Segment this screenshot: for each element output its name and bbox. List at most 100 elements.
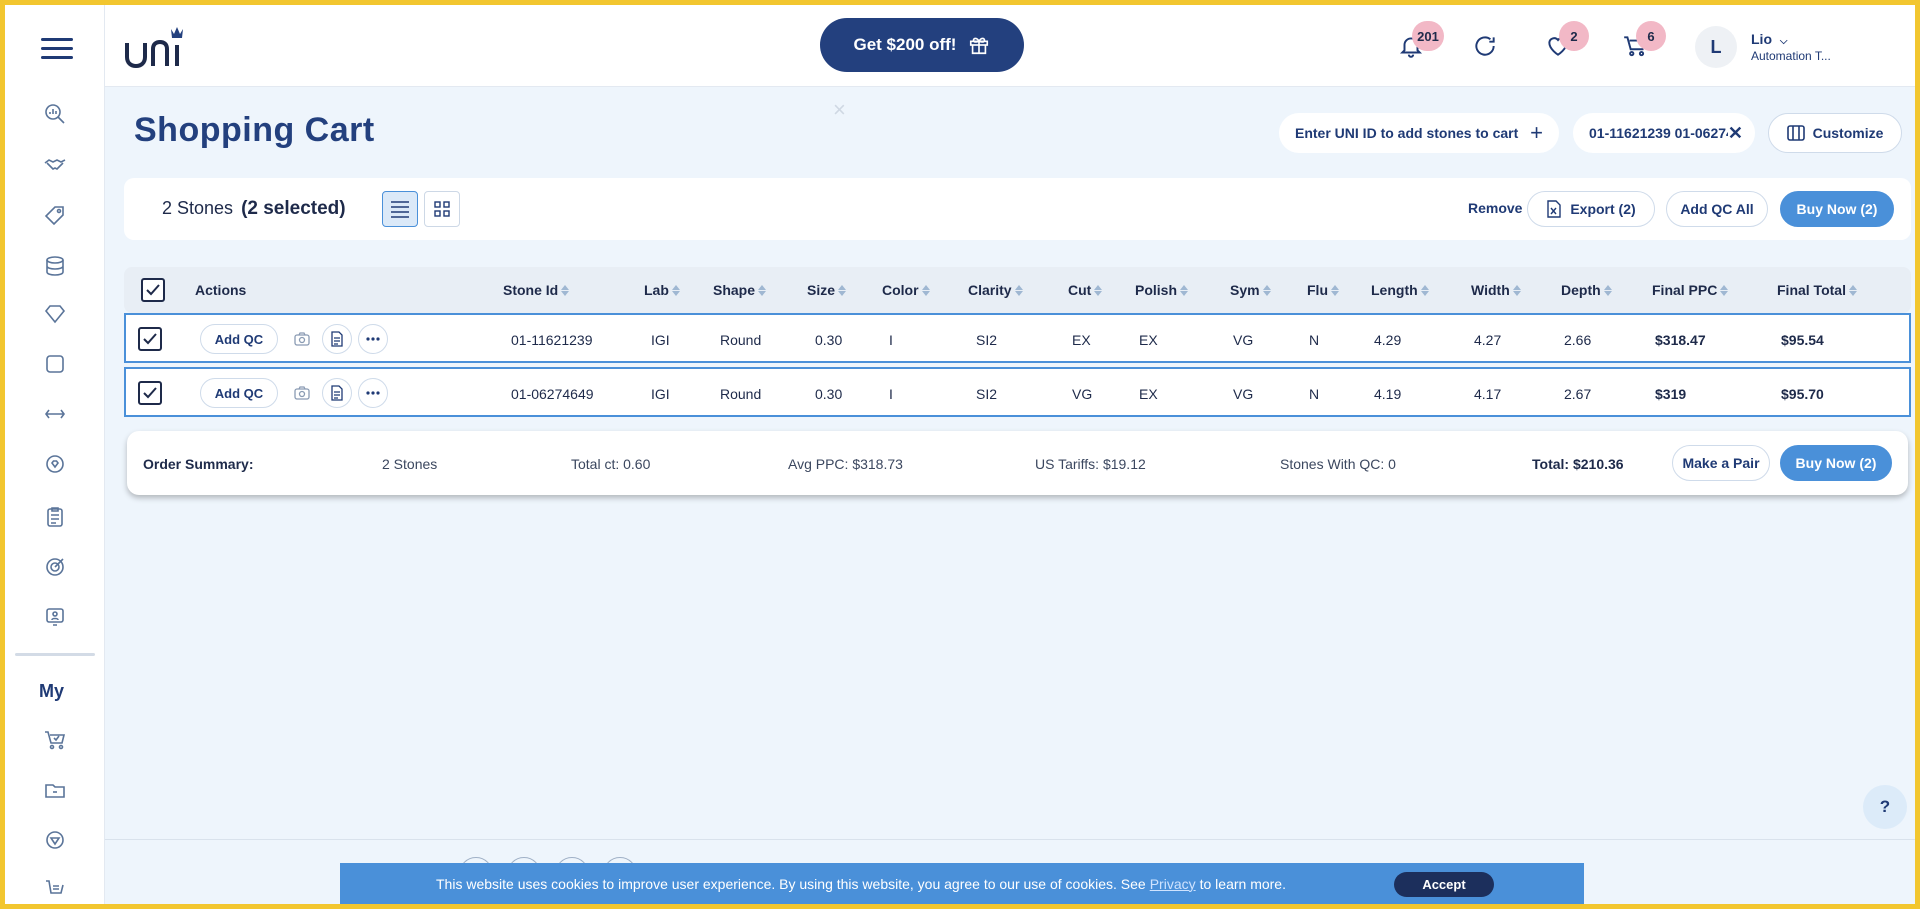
col-shape[interactable]: Shape bbox=[713, 282, 767, 298]
col-lab[interactable]: Lab bbox=[644, 282, 680, 298]
chat-refresh-icon bbox=[1475, 36, 1495, 56]
user-role: Automation T... bbox=[1751, 49, 1831, 63]
uni-logo[interactable] bbox=[123, 23, 187, 71]
remove-button[interactable]: Remove bbox=[1468, 200, 1522, 216]
handshake-icon[interactable] bbox=[40, 150, 70, 180]
sort-icon bbox=[671, 284, 680, 296]
search-chart-icon[interactable] bbox=[40, 99, 70, 129]
summary-total-ct: Total ct: 0.60 bbox=[571, 456, 651, 472]
cell-width: 4.27 bbox=[1474, 332, 1502, 348]
cell-clarity: SI2 bbox=[976, 386, 998, 402]
more-options-icon[interactable] bbox=[358, 324, 388, 354]
arrows-horizontal-icon[interactable] bbox=[40, 399, 70, 429]
add-qc-button[interactable]: Add QC bbox=[200, 378, 278, 408]
cell-color: I bbox=[889, 386, 893, 402]
uni-id-input[interactable]: Enter UNI ID to add stones to cart + bbox=[1279, 113, 1559, 153]
page-title: Shopping Cart bbox=[134, 111, 375, 149]
cart-toolbar: 2 Stones (2 selected) Remove Export (2) A… bbox=[124, 178, 1911, 240]
chevron-down-icon: ⌵ bbox=[1779, 36, 1788, 47]
cart-button[interactable]: 6 bbox=[1622, 21, 1666, 61]
sidebar-divider bbox=[15, 653, 95, 656]
stone-id-filter-chip[interactable]: 01-11621239 01-06274649 ✕ bbox=[1573, 113, 1755, 153]
customize-button[interactable]: Customize bbox=[1768, 113, 1902, 153]
grid-icon bbox=[434, 201, 450, 217]
col-final-total[interactable]: Final Total bbox=[1777, 282, 1857, 298]
sort-icon bbox=[1094, 284, 1103, 296]
list-view-button[interactable] bbox=[382, 191, 418, 227]
cell-shape: Round bbox=[720, 332, 762, 348]
grid-view-button[interactable] bbox=[424, 191, 460, 227]
accept-cookies-button[interactable]: Accept bbox=[1394, 872, 1494, 897]
promo-button[interactable]: Get $200 off! bbox=[820, 18, 1024, 72]
more-options-icon[interactable] bbox=[358, 378, 388, 408]
cell-length: 4.29 bbox=[1374, 332, 1402, 348]
target-icon[interactable] bbox=[40, 552, 70, 582]
menu-icon[interactable] bbox=[41, 38, 73, 60]
col-clarity[interactable]: Clarity bbox=[968, 282, 1023, 298]
row-checkbox[interactable] bbox=[138, 381, 162, 405]
buy-now-button[interactable]: Buy Now (2) bbox=[1780, 191, 1894, 227]
add-qc-all-button[interactable]: Add QC All bbox=[1666, 191, 1768, 227]
tag-icon[interactable] bbox=[40, 201, 70, 231]
summary-avg-ppc: Avg PPC: $318.73 bbox=[788, 456, 903, 472]
sort-icon bbox=[1420, 284, 1429, 296]
sort-icon bbox=[921, 284, 930, 296]
user-menu[interactable]: Lio ⌵ bbox=[1751, 31, 1787, 47]
chat-button[interactable] bbox=[1472, 33, 1500, 61]
sort-icon bbox=[1014, 284, 1023, 296]
columns-icon bbox=[1786, 125, 1805, 141]
col-color[interactable]: Color bbox=[882, 282, 930, 298]
stack-icon[interactable] bbox=[40, 251, 70, 281]
clipboard-icon[interactable] bbox=[40, 502, 70, 532]
cart-list-icon[interactable] bbox=[40, 875, 70, 904]
order-summary-label: Order Summary: bbox=[143, 456, 254, 472]
privacy-link[interactable]: Privacy bbox=[1150, 876, 1196, 892]
certificate-icon[interactable] bbox=[322, 324, 352, 354]
diamond-icon[interactable] bbox=[40, 299, 70, 329]
folder-icon[interactable] bbox=[40, 775, 70, 805]
check-icon bbox=[143, 387, 157, 399]
cell-lab: IGI bbox=[651, 332, 670, 348]
cell-depth: 2.67 bbox=[1564, 386, 1592, 402]
plus-icon[interactable]: + bbox=[1530, 120, 1543, 146]
cell-stone-id[interactable]: 01-11621239 bbox=[511, 332, 592, 348]
col-polish[interactable]: Polish bbox=[1135, 282, 1189, 298]
camera-icon[interactable] bbox=[287, 378, 317, 408]
camera-icon[interactable] bbox=[287, 324, 317, 354]
presentation-icon[interactable] bbox=[40, 602, 70, 632]
col-stone-id[interactable]: Stone Id bbox=[503, 282, 570, 298]
col-sym[interactable]: Sym bbox=[1230, 282, 1271, 298]
favorites-button[interactable]: 2 bbox=[1545, 21, 1589, 61]
help-button[interactable]: ? bbox=[1863, 785, 1907, 829]
cart-check-icon[interactable] bbox=[40, 725, 70, 755]
col-depth[interactable]: Depth bbox=[1561, 282, 1612, 298]
select-all-checkbox[interactable] bbox=[141, 278, 165, 302]
sort-icon bbox=[1603, 284, 1612, 296]
row-checkbox[interactable] bbox=[138, 327, 162, 351]
export-button[interactable]: Export (2) bbox=[1527, 191, 1655, 227]
notifications-button[interactable]: 201 bbox=[1398, 21, 1444, 61]
avatar[interactable]: L bbox=[1695, 26, 1737, 68]
cell-stone-id[interactable]: 01-06274649 bbox=[511, 386, 594, 402]
certificate-icon[interactable] bbox=[322, 378, 352, 408]
close-icon[interactable]: × bbox=[833, 97, 846, 123]
add-qc-button[interactable]: Add QC bbox=[200, 324, 278, 354]
sort-icon bbox=[1720, 284, 1729, 296]
sort-icon bbox=[1262, 284, 1271, 296]
gem-gear-icon[interactable] bbox=[40, 825, 70, 855]
gear-diamond-icon[interactable] bbox=[40, 449, 70, 479]
col-width[interactable]: Width bbox=[1471, 282, 1521, 298]
summary-buy-now-button[interactable]: Buy Now (2) bbox=[1780, 445, 1892, 481]
col-final-ppc[interactable]: Final PPC bbox=[1652, 282, 1729, 298]
table-row[interactable]: Add QC 01-06274649 IGI Round 0.30 I SI2 … bbox=[124, 367, 1911, 417]
col-length[interactable]: Length bbox=[1371, 282, 1429, 298]
col-cut[interactable]: Cut bbox=[1068, 282, 1103, 298]
cell-length: 4.19 bbox=[1374, 386, 1402, 402]
table-row[interactable]: Add QC 01-11621239 IGI Round 0.30 I SI2 … bbox=[124, 313, 1911, 363]
frame-icon[interactable] bbox=[40, 349, 70, 379]
col-flu[interactable]: Flu bbox=[1307, 282, 1339, 298]
col-size[interactable]: Size bbox=[807, 282, 847, 298]
notifications-badge: 201 bbox=[1412, 21, 1444, 51]
clear-icon[interactable]: ✕ bbox=[1728, 123, 1743, 144]
make-a-pair-button[interactable]: Make a Pair bbox=[1672, 445, 1770, 481]
